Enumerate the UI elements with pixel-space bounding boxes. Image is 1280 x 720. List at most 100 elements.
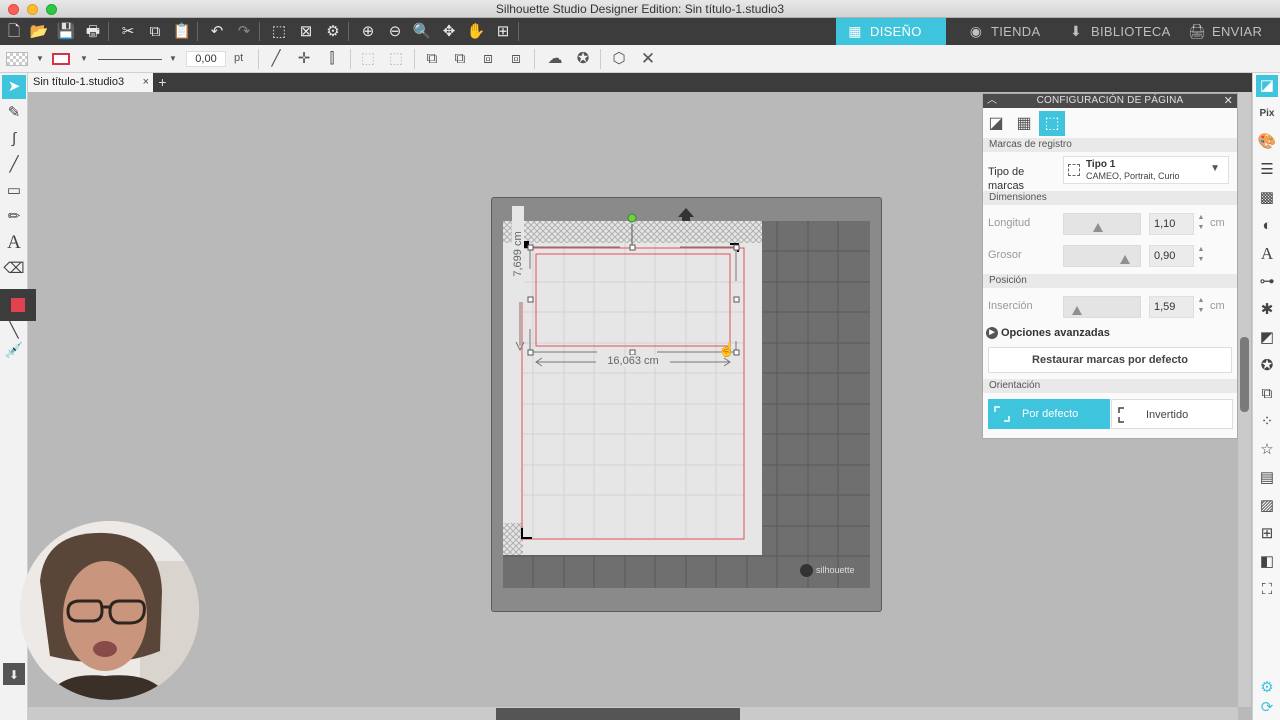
import-icon[interactable]: ⬇ bbox=[3, 663, 25, 685]
tab-registration-marks[interactable]: ⬚ bbox=[1039, 111, 1065, 136]
map-icon[interactable]: ⛶ bbox=[1256, 579, 1278, 601]
group-icon[interactable]: ⬚ bbox=[358, 49, 378, 69]
send-to-back-icon[interactable]: ⧈ bbox=[506, 49, 526, 69]
nesting-icon[interactable]: ⊞ bbox=[1256, 523, 1278, 545]
text-tool-icon[interactable]: A bbox=[2, 231, 26, 255]
tab-diseno[interactable]: ▦ DISEÑO bbox=[836, 18, 946, 45]
pencil-tool-icon[interactable]: ✏ bbox=[2, 205, 26, 229]
line-color-dropdown-arrow-icon[interactable]: ▼ bbox=[74, 49, 94, 69]
select-all-icon[interactable]: ⬚ bbox=[268, 21, 290, 43]
orientation-inverted-button[interactable]: Invertido bbox=[1111, 399, 1233, 429]
line-style-dropdown-arrow-icon[interactable]: ▼ bbox=[163, 49, 183, 69]
trace-icon[interactable]: ⧉ bbox=[1256, 383, 1278, 405]
delete-icon[interactable]: ✕ bbox=[638, 49, 658, 69]
thickness-slider-knob[interactable] bbox=[1120, 255, 1131, 264]
fill-dropdown-arrow-icon[interactable]: ▼ bbox=[30, 49, 50, 69]
color-fill-tool[interactable] bbox=[0, 289, 36, 321]
document-tab[interactable]: Sin título-1.studio3 × bbox=[28, 73, 153, 92]
settings-gear-icon[interactable]: ⚙ bbox=[1256, 677, 1278, 699]
zoom-select-icon[interactable]: 🔍 bbox=[411, 21, 433, 43]
print-icon[interactable]: 🖶 bbox=[82, 21, 104, 43]
paste-icon[interactable]: 📋 bbox=[171, 21, 193, 43]
restore-default-marks-button[interactable]: Restaurar marcas por defecto bbox=[988, 347, 1232, 373]
sketch-icon[interactable]: ⁘ bbox=[1256, 411, 1278, 433]
length-input[interactable]: 1,10 bbox=[1149, 213, 1194, 235]
pan-drag-icon[interactable]: ✥ bbox=[438, 21, 460, 43]
draw-line-icon[interactable]: ╱ bbox=[266, 49, 286, 69]
line-style-icon[interactable]: ☰ bbox=[1256, 159, 1278, 181]
palette-icon[interactable]: 🎨 bbox=[1256, 131, 1278, 153]
replicate-icon[interactable]: ✱ bbox=[1256, 299, 1278, 321]
orientation-default-button[interactable]: Por defecto bbox=[988, 399, 1110, 429]
close-panel-icon[interactable]: ✕ bbox=[1224, 94, 1233, 108]
save-icon[interactable]: 💾 bbox=[55, 21, 77, 43]
curve-tool-icon[interactable]: ∫ bbox=[2, 127, 26, 151]
eraser-tool-icon[interactable]: ⌫ bbox=[2, 257, 26, 281]
tab-tienda[interactable]: ◉ TIENDA bbox=[957, 18, 1052, 45]
deselect-icon[interactable]: ⊠ bbox=[295, 21, 317, 43]
horizontal-scroll-thumb[interactable] bbox=[496, 708, 740, 720]
layers-icon[interactable]: ◧ bbox=[1256, 551, 1278, 573]
tab-page-setup[interactable]: ◪ bbox=[983, 111, 1009, 136]
vertical-scroll-thumb[interactable] bbox=[1240, 337, 1249, 412]
mark-type-select[interactable]: Tipo 1 CAMEO, Portrait, Curio ▼ bbox=[1063, 156, 1229, 184]
cut-icon[interactable]: ✂ bbox=[117, 21, 139, 43]
fill-pattern-icon[interactable]: ▩ bbox=[1256, 187, 1278, 209]
minimize-window-button[interactable] bbox=[27, 4, 38, 15]
bring-to-front-icon[interactable]: ⧈ bbox=[478, 49, 498, 69]
thickness-input[interactable]: 0,90 bbox=[1149, 245, 1194, 267]
advanced-options-toggle[interactable]: ▶ Opciones avanzadas bbox=[986, 327, 1110, 340]
zoom-window-button[interactable] bbox=[46, 4, 57, 15]
length-slider[interactable] bbox=[1063, 213, 1141, 235]
tab-grid[interactable]: ▦ bbox=[1011, 111, 1037, 136]
close-window-button[interactable] bbox=[8, 4, 19, 15]
add-tab-button[interactable]: + bbox=[155, 75, 170, 90]
undo-icon[interactable]: ↶ bbox=[206, 21, 228, 43]
make-compound-path-icon[interactable]: ⧉ bbox=[422, 49, 442, 69]
release-compound-path-icon[interactable]: ⧉ bbox=[450, 49, 470, 69]
hatch-icon[interactable]: ▨ bbox=[1256, 495, 1278, 517]
fit-to-page-icon[interactable]: ⊞ bbox=[492, 21, 514, 43]
redo-icon[interactable]: ↷ bbox=[233, 21, 255, 43]
favorites-star-icon[interactable]: ☆ bbox=[1256, 439, 1278, 461]
length-slider-knob[interactable] bbox=[1092, 223, 1103, 232]
thickness-slider[interactable] bbox=[1063, 245, 1141, 267]
offset-icon[interactable]: ✪ bbox=[1256, 355, 1278, 377]
collapse-panel-icon[interactable]: ︿ bbox=[987, 94, 997, 108]
align-icon[interactable]: ⫿ bbox=[322, 49, 342, 69]
inset-stepper[interactable]: ▲ ▼ bbox=[1197, 296, 1205, 318]
inset-slider[interactable] bbox=[1063, 296, 1141, 318]
line-style-preview[interactable] bbox=[98, 59, 162, 60]
select-by-color-icon[interactable]: ⚙ bbox=[322, 21, 344, 43]
library-icon[interactable]: ▤ bbox=[1256, 467, 1278, 489]
sync-icon[interactable]: ⟳ bbox=[1256, 697, 1278, 719]
weld-icon[interactable]: ☁ bbox=[545, 49, 565, 69]
horizontal-scrollbar[interactable] bbox=[28, 707, 1238, 720]
tab-biblioteca[interactable]: ⬇ BIBLIOTECA bbox=[1057, 18, 1177, 45]
edit-points-icon[interactable]: ✎ bbox=[2, 101, 26, 125]
transparency-icon[interactable]: ◐ bbox=[1256, 215, 1278, 237]
3d-box-icon[interactable]: ⬡ bbox=[609, 49, 629, 69]
fill-pattern-swatch[interactable] bbox=[6, 52, 28, 66]
thickness-stepper[interactable]: ▲ ▼ bbox=[1197, 245, 1205, 267]
transform-icon[interactable]: ⊶ bbox=[1256, 271, 1278, 293]
copy-icon[interactable]: ⧉ bbox=[144, 21, 166, 43]
length-stepper[interactable]: ▲ ▼ bbox=[1197, 213, 1205, 235]
line-color-swatch[interactable] bbox=[52, 53, 70, 65]
rectangle-tool-icon[interactable]: ▭ bbox=[2, 179, 26, 203]
zoom-in-icon[interactable]: ⊕ bbox=[357, 21, 379, 43]
ungroup-icon[interactable]: ⬚ bbox=[386, 49, 406, 69]
star-shape-icon[interactable]: ✪ bbox=[573, 49, 593, 69]
line-width-input[interactable]: 0,00 bbox=[186, 51, 226, 67]
page-setup-panel-icon[interactable]: ◪ bbox=[1256, 75, 1278, 97]
text-style-icon[interactable]: A bbox=[1256, 243, 1278, 265]
vertical-scrollbar[interactable] bbox=[1238, 92, 1251, 707]
new-file-icon[interactable]: 🗋 bbox=[3, 21, 25, 43]
inset-slider-knob[interactable] bbox=[1072, 306, 1083, 315]
pixscan-icon[interactable]: Pix bbox=[1256, 103, 1278, 125]
tab-enviar[interactable]: 🖨 ENVIAR bbox=[1178, 18, 1278, 45]
eyedropper-tool-icon[interactable]: 💉 bbox=[2, 339, 26, 363]
close-tab-icon[interactable]: × bbox=[143, 73, 149, 92]
hand-icon[interactable]: ✋ bbox=[465, 21, 487, 43]
line-tool-icon[interactable]: ╱ bbox=[2, 153, 26, 177]
